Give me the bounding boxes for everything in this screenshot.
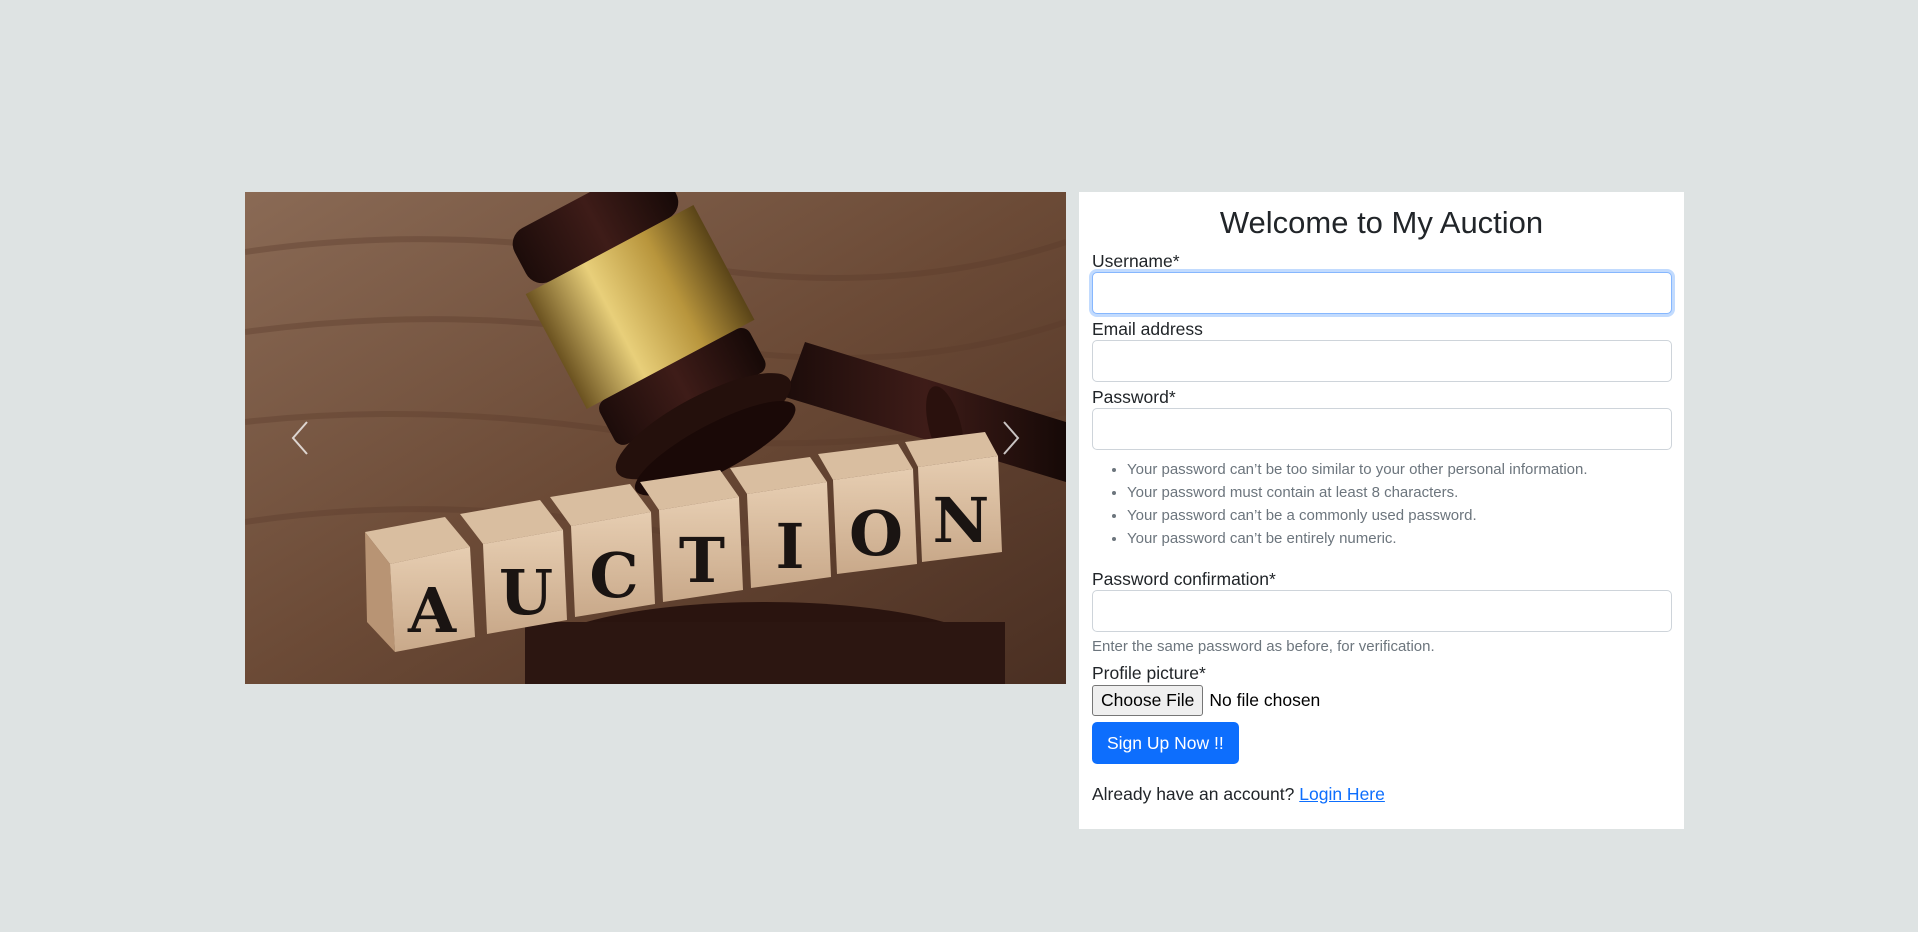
password-hint: Your password can’t be a commonly used p… bbox=[1127, 504, 1671, 527]
block-letter: A bbox=[407, 574, 457, 647]
page-title: Welcome to My Auction bbox=[1219, 205, 1544, 240]
password-confirmation-input[interactable] bbox=[1092, 590, 1672, 632]
choose-file-button[interactable]: Choose File bbox=[1092, 684, 1204, 716]
carousel-next-button[interactable] bbox=[956, 192, 1066, 684]
password-hint: Your password can’t be too similar to yo… bbox=[1127, 458, 1671, 481]
image-carousel: A U C T I O N bbox=[245, 192, 1066, 684]
auction-gavel-image: A U C T I O N bbox=[245, 192, 1066, 684]
password-hint: Your password must contain at least 8 ch… bbox=[1127, 481, 1671, 504]
sign-up-button[interactable]: Sign Up Now !! bbox=[1092, 722, 1239, 764]
password-input[interactable] bbox=[1092, 408, 1672, 450]
block-letter: T bbox=[679, 524, 725, 597]
username-input[interactable] bbox=[1092, 272, 1672, 314]
chevron-right-icon bbox=[1003, 421, 1020, 455]
signup-card: Welcome to My Auction Username* Email ad… bbox=[1079, 192, 1684, 829]
chevron-left-icon bbox=[291, 421, 308, 455]
password-label: Password* bbox=[1092, 387, 1176, 407]
email-label: Email address bbox=[1092, 319, 1203, 339]
password-hints: Your password can’t be too similar to yo… bbox=[1092, 458, 1671, 550]
profile-picture-label: Profile picture* bbox=[1092, 663, 1206, 683]
block-letter: O bbox=[849, 497, 903, 570]
block-letter: U bbox=[499, 556, 553, 629]
block-letter: I bbox=[775, 510, 804, 583]
password-confirmation-help: Enter the same password as before, for v… bbox=[1092, 638, 1435, 655]
login-prompt-line: Already have an account? Login Here bbox=[1092, 783, 1671, 805]
email-input[interactable] bbox=[1092, 340, 1672, 382]
password-hint: Your password can’t be entirely numeric. bbox=[1127, 527, 1671, 550]
block-letter: C bbox=[589, 539, 638, 612]
password-confirmation-label: Password confirmation* bbox=[1092, 569, 1276, 589]
login-link[interactable]: Login Here bbox=[1299, 784, 1385, 804]
carousel-prev-button[interactable] bbox=[245, 192, 355, 684]
login-prompt: Already have an account? bbox=[1092, 784, 1295, 804]
profile-picture-field: Choose File No file chosen bbox=[1092, 684, 1671, 716]
username-label: Username* bbox=[1092, 251, 1180, 271]
file-status: No file chosen bbox=[1209, 689, 1321, 710]
